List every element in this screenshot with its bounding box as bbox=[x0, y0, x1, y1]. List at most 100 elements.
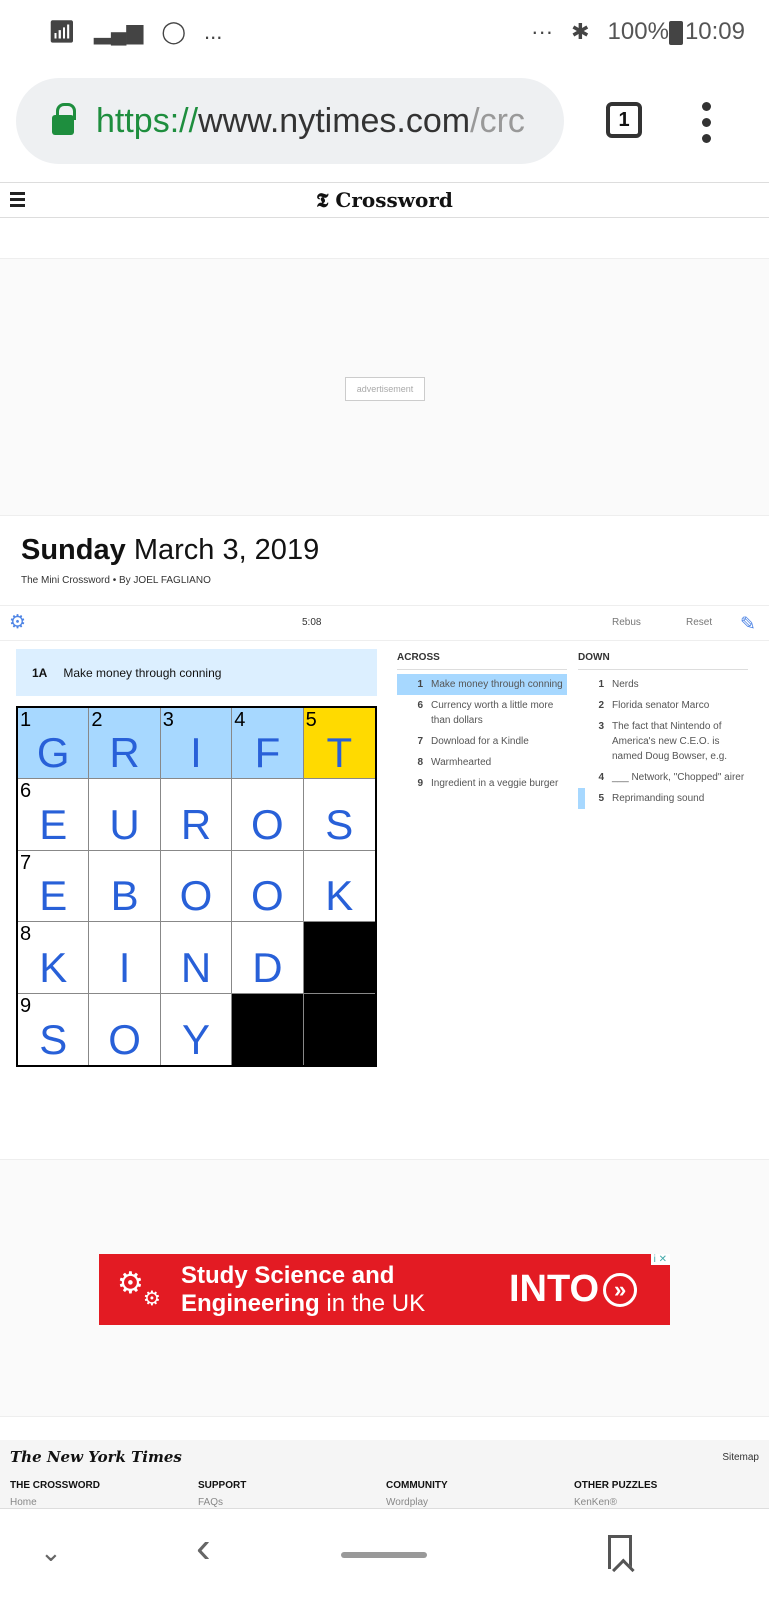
grid-cell[interactable]: 2R bbox=[89, 708, 161, 780]
cell-letter: N bbox=[180, 943, 212, 991]
adchoices-icon[interactable]: i ✕ bbox=[650, 1254, 670, 1265]
grid-cell[interactable]: I bbox=[89, 922, 161, 994]
footer-column: SUPPORT FAQs bbox=[198, 1480, 386, 1508]
grid-cell[interactable]: O bbox=[89, 993, 161, 1065]
cell-letter: B bbox=[110, 872, 139, 920]
home-button[interactable] bbox=[341, 1552, 427, 1558]
puzzle-toolbar: ⚙ 5:08 Rebus Reset ✎ bbox=[0, 605, 769, 641]
clue-text: Reprimanding sound bbox=[612, 793, 705, 804]
crossword-grid: 1G2R3I4F5T6EUROS7EBOOK8KIND9SOY bbox=[16, 706, 377, 1067]
across-clue-item[interactable]: 7 Download for a Kindle bbox=[397, 731, 567, 752]
current-clue-text: Make money through conning bbox=[63, 665, 222, 680]
footer-link[interactable]: Wordplay bbox=[386, 1497, 574, 1508]
chevron-down-icon[interactable]: ⌄ bbox=[40, 1537, 62, 1568]
clue-number: 7 bbox=[417, 736, 423, 747]
browser-menu-button[interactable] bbox=[700, 102, 712, 143]
down-clue-item[interactable]: 3 The fact that Nintendo of America's new… bbox=[578, 716, 748, 767]
cell-number: 2 bbox=[91, 709, 103, 731]
cell-letter: O bbox=[251, 872, 284, 920]
more-status: ··· bbox=[531, 19, 554, 44]
across-clues: ACROSS 1 Make money through conning 6 Curre… bbox=[397, 652, 567, 794]
clue-number: 1 bbox=[417, 679, 423, 690]
cell-letter: I bbox=[190, 729, 202, 777]
grid-cell[interactable]: 5T bbox=[303, 708, 375, 780]
grid-cell[interactable]: Y bbox=[160, 993, 233, 1065]
tab-switcher-button[interactable]: 1 bbox=[606, 102, 642, 138]
gear-icon[interactable]: ⚙ bbox=[9, 613, 26, 632]
whatsapp-icon: ◯ bbox=[161, 19, 186, 44]
clue-text: ___ Network, "Chopped" airer bbox=[612, 772, 745, 783]
grid-cell[interactable]: 1G bbox=[18, 708, 90, 780]
down-clue-item[interactable]: 5 Reprimanding sound bbox=[578, 788, 748, 809]
down-clue-item[interactable]: 4 ___ Network, "Chopped" airer bbox=[578, 767, 748, 788]
down-clues: DOWN 1 Nerds 2 Florida senator Marco 3 The fa… bbox=[578, 652, 748, 809]
clue-text: Make money through conning bbox=[431, 679, 563, 690]
pencil-icon[interactable]: ✎ bbox=[740, 613, 756, 636]
grid-cell[interactable]: O bbox=[232, 850, 304, 923]
grid-cell[interactable]: S bbox=[303, 779, 375, 851]
cell-letter: S bbox=[325, 800, 354, 848]
grid-cell[interactable]: 7E bbox=[18, 850, 90, 923]
grid-cell[interactable]: 8K bbox=[18, 922, 90, 994]
clue-text: Download for a Kindle bbox=[431, 736, 529, 747]
cell-letter: T bbox=[326, 729, 353, 777]
gear-logo-icon: ⚙ ⚙ bbox=[117, 1267, 161, 1310]
battery-level: 100% 10:09 bbox=[607, 18, 745, 45]
footer-column-title: COMMUNITY bbox=[386, 1480, 448, 1491]
sitemap-link[interactable]: Sitemap bbox=[722, 1452, 759, 1463]
across-clue-item[interactable]: 6 Currency worth a little more than dolla… bbox=[397, 695, 567, 731]
grid-cell[interactable]: 9S bbox=[18, 993, 90, 1065]
footer-link[interactable]: KenKen® bbox=[574, 1497, 762, 1508]
grid-cell[interactable]: O bbox=[160, 850, 233, 923]
nyt-logo[interactable]: The New York Times bbox=[10, 1448, 182, 1466]
cell-number: 8 bbox=[20, 923, 32, 946]
ad-banner[interactable]: ⚙ ⚙ Study Science and Engineering in the … bbox=[99, 1254, 670, 1325]
grid-cell[interactable]: D bbox=[232, 922, 304, 994]
bluetooth-icon: ✱ bbox=[571, 19, 590, 44]
down-clue-item[interactable]: 2 Florida senator Marco bbox=[578, 695, 748, 716]
footer-column-title: THE CROSSWORD bbox=[10, 1480, 100, 1491]
ad-slot-top: advertisement bbox=[0, 258, 769, 516]
grid-cell[interactable]: R bbox=[160, 779, 233, 851]
grid-cell[interactable]: U bbox=[89, 779, 161, 851]
clue-number: 2 bbox=[598, 700, 604, 711]
grid-cell[interactable]: N bbox=[160, 922, 233, 994]
current-clue-bar[interactable]: 1A Make money through conning bbox=[16, 649, 377, 696]
wifi-icon: 📶︎ bbox=[48, 19, 76, 44]
grid-cell[interactable]: 4F bbox=[232, 708, 304, 780]
hamburger-menu-icon[interactable] bbox=[10, 192, 25, 207]
puzzle-heading: Sunday March 3, 2019 The Mini Crossword … bbox=[21, 534, 319, 586]
cell-letter: F bbox=[254, 729, 281, 777]
footer-column: COMMUNITY Wordplay bbox=[386, 1480, 574, 1508]
footer-link[interactable]: FAQs bbox=[198, 1497, 386, 1508]
down-heading: DOWN bbox=[578, 652, 748, 670]
battery-icon bbox=[668, 20, 683, 45]
across-clue-item[interactable]: 8 Warmhearted bbox=[397, 752, 567, 773]
cell-letter: K bbox=[39, 943, 68, 991]
cell-letter: K bbox=[325, 872, 354, 920]
clue-number: 1 bbox=[598, 679, 604, 690]
reset-button[interactable]: Reset bbox=[686, 617, 712, 628]
grid-cell[interactable]: B bbox=[89, 850, 161, 923]
rebus-button[interactable]: Rebus bbox=[612, 617, 641, 628]
footer-link[interactable]: Home bbox=[10, 1497, 198, 1508]
clue-text: Florida senator Marco bbox=[612, 700, 710, 711]
bookmark-icon[interactable] bbox=[608, 1535, 632, 1569]
grid-cell[interactable]: 6E bbox=[18, 779, 90, 851]
puzzle-date: Sunday March 3, 2019 bbox=[21, 534, 320, 566]
across-clue-item[interactable]: 1 Make money through conning bbox=[397, 674, 567, 695]
signal-icon: ▂▄▆ bbox=[93, 19, 144, 44]
across-clue-item[interactable]: 9 Ingredient in a veggie burger bbox=[397, 773, 567, 794]
down-clue-item[interactable]: 1 Nerds bbox=[578, 674, 748, 695]
timer[interactable]: 5:08 bbox=[302, 617, 321, 628]
cell-letter: Y bbox=[181, 1016, 210, 1063]
cell-number: 4 bbox=[234, 709, 246, 731]
back-icon[interactable]: ‹ bbox=[196, 1523, 211, 1573]
site-title[interactable]: 𝕿 Crossword bbox=[316, 188, 453, 212]
grid-cell[interactable]: K bbox=[303, 850, 375, 923]
cell-number: 6 bbox=[20, 780, 32, 803]
grid-cell[interactable]: 3I bbox=[160, 708, 233, 780]
grid-cell[interactable]: O bbox=[232, 779, 304, 851]
address-bar[interactable]: https://www.nytimes.com/crc bbox=[16, 78, 564, 164]
system-nav-bar: ⌄ ‹ bbox=[0, 1508, 769, 1600]
